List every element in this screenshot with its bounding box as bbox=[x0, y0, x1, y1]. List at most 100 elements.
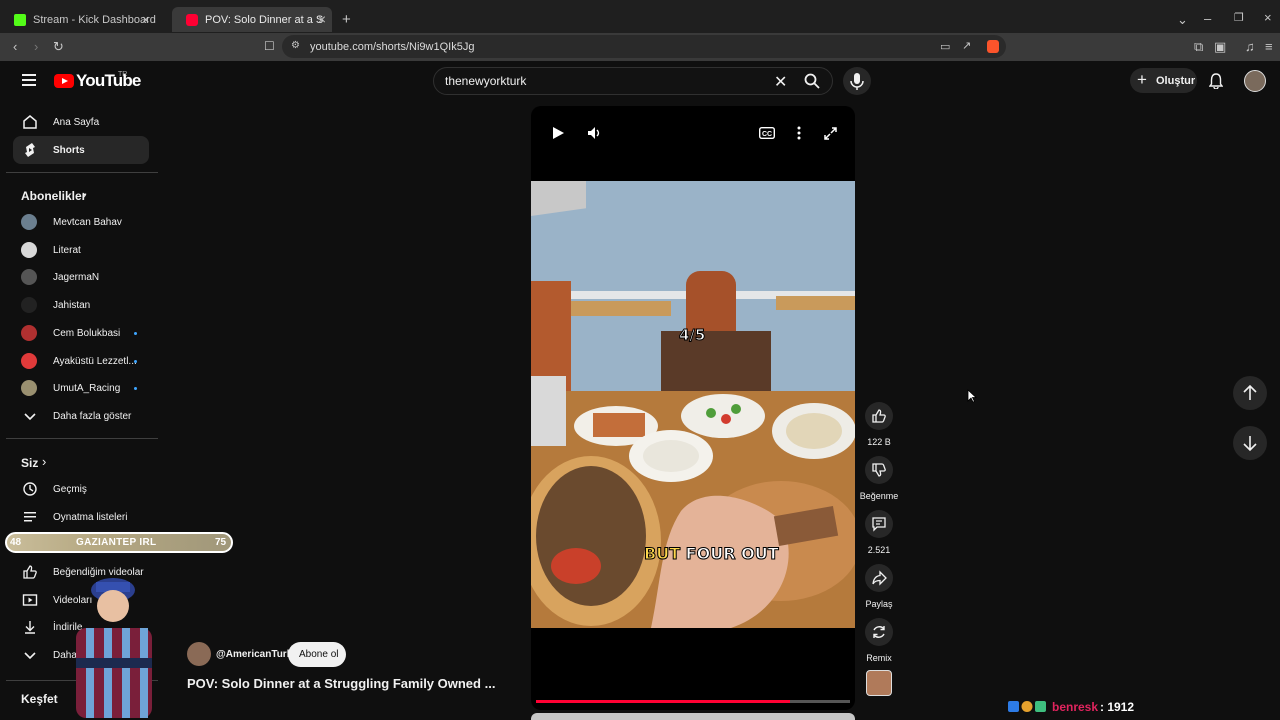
channel-avatar bbox=[21, 242, 37, 258]
share-page-icon[interactable]: ↗ bbox=[962, 39, 971, 52]
streamer-figure-image bbox=[66, 568, 161, 718]
kick-favicon-icon bbox=[14, 13, 26, 26]
channel-avatar bbox=[21, 269, 37, 285]
channel-avatar bbox=[21, 297, 37, 313]
url-text[interactable]: youtube.com/shorts/Ni9w1QIk5Jg bbox=[310, 41, 474, 53]
browser-tab-bar: Stream - Kick Dashboard POV: Solo Dinner… bbox=[0, 0, 1280, 36]
svg-text:CC: CC bbox=[762, 131, 772, 138]
subscription-label: Cem Bolukbasi bbox=[53, 328, 121, 339]
youtube-logo-icon[interactable] bbox=[54, 74, 74, 88]
subscription-label: Literat bbox=[53, 245, 81, 256]
search-input[interactable]: thenewyorkturk bbox=[445, 74, 526, 88]
hamburger-menu-icon[interactable] bbox=[22, 74, 36, 86]
more-options-icon[interactable] bbox=[797, 126, 801, 140]
video-progress-fill bbox=[536, 700, 791, 703]
dislike-button[interactable] bbox=[865, 456, 893, 484]
tab-title: Stream - Kick Dashboard bbox=[33, 13, 156, 26]
captions-icon[interactable]: CC bbox=[759, 127, 775, 139]
country-code: TR bbox=[118, 71, 128, 78]
download-icon bbox=[22, 619, 38, 635]
shorts-icon bbox=[22, 142, 38, 158]
like-button[interactable] bbox=[865, 402, 893, 430]
overlay-right-number: 75 bbox=[215, 537, 227, 548]
chevron-right-icon[interactable]: › bbox=[82, 187, 86, 202]
play-icon[interactable] bbox=[551, 126, 565, 140]
next-short-button[interactable] bbox=[1233, 426, 1267, 460]
thumbs-down-icon bbox=[872, 463, 886, 477]
new-tab-icon[interactable]: + bbox=[342, 11, 351, 28]
new-content-dot bbox=[134, 332, 137, 335]
stream-count: : 1912 bbox=[1100, 700, 1135, 714]
subscription-label: Ayaküstü Lezzetl... bbox=[53, 356, 137, 367]
subscriptions-header[interactable]: Abonelikler bbox=[21, 189, 86, 203]
like-count: 122 B bbox=[867, 437, 891, 447]
minimize-icon[interactable]: – bbox=[1204, 11, 1211, 26]
home-icon bbox=[22, 114, 38, 130]
subscription-label: Jahistan bbox=[53, 300, 91, 311]
close-tab-icon[interactable]: × bbox=[142, 12, 150, 27]
show-more-link[interactable]: Daha fazla göster bbox=[53, 411, 131, 422]
video-title[interactable]: POV: Solo Dinner at a Struggling Family … bbox=[187, 676, 495, 691]
restore-icon[interactable]: ❐ bbox=[1234, 11, 1244, 24]
sidebar-label-history[interactable]: Geçmiş bbox=[53, 484, 87, 495]
arrow-up-icon bbox=[1243, 384, 1257, 400]
youtube-favicon-icon bbox=[186, 13, 198, 26]
menu-icon[interactable]: ≡ bbox=[1265, 39, 1273, 54]
share-button[interactable] bbox=[865, 564, 893, 592]
media-icon[interactable]: ♫ bbox=[1245, 39, 1255, 54]
chevron-down-icon[interactable] bbox=[22, 647, 38, 663]
bookmark-icon[interactable]: ☐ bbox=[264, 39, 275, 53]
forward-icon[interactable]: › bbox=[34, 39, 38, 54]
clear-search-icon[interactable]: ✕ bbox=[774, 72, 787, 92]
history-icon bbox=[22, 481, 38, 497]
notifications-bell-icon[interactable] bbox=[1209, 73, 1223, 89]
like-icon bbox=[22, 564, 38, 580]
sidebar-toggle-icon[interactable]: ▣ bbox=[1214, 39, 1226, 55]
sidebar-divider bbox=[6, 438, 158, 439]
sidebar-divider bbox=[6, 172, 158, 173]
videos-icon bbox=[22, 592, 38, 608]
youtube-logo-text[interactable]: YouTube bbox=[76, 71, 141, 91]
next-short-preview[interactable] bbox=[531, 713, 855, 720]
chevron-down-icon[interactable] bbox=[22, 408, 38, 424]
address-bar bbox=[0, 33, 1280, 61]
close-tab-icon[interactable]: × bbox=[318, 11, 326, 27]
close-window-icon[interactable]: × bbox=[1264, 10, 1272, 25]
account-avatar[interactable] bbox=[1244, 70, 1266, 92]
comments-button[interactable] bbox=[865, 510, 893, 538]
back-icon[interactable]: ‹ bbox=[13, 39, 17, 54]
caption-highlight: BUT bbox=[643, 544, 681, 564]
comment-icon bbox=[872, 517, 886, 532]
extensions-icon[interactable]: ⧉ bbox=[1194, 39, 1203, 55]
cast-icon[interactable]: ▭ bbox=[940, 40, 950, 53]
stream-badges-icon bbox=[1008, 701, 1048, 713]
voice-search-button[interactable] bbox=[843, 67, 871, 95]
share-label: Paylaş bbox=[865, 599, 893, 609]
previous-short-button[interactable] bbox=[1233, 376, 1267, 410]
plus-icon: + bbox=[1137, 70, 1147, 89]
fullscreen-icon[interactable] bbox=[824, 127, 837, 140]
tab-youtube-short[interactable]: POV: Solo Dinner at a Struggling × bbox=[172, 7, 332, 32]
new-content-dot bbox=[134, 387, 137, 390]
sound-thumbnail[interactable] bbox=[866, 670, 892, 696]
overlay-left-number: 48 bbox=[10, 537, 22, 548]
channel-avatar[interactable] bbox=[187, 642, 211, 666]
create-label: Oluştur bbox=[1156, 75, 1196, 87]
chevron-right-icon[interactable]: › bbox=[42, 454, 46, 469]
rating-overlay-text: 4/5 bbox=[678, 326, 706, 345]
you-header[interactable]: Siz bbox=[21, 456, 38, 470]
caption-text: FOUR OUT bbox=[680, 544, 779, 564]
tab-title: POV: Solo Dinner at a Struggling bbox=[205, 13, 323, 26]
site-info-icon[interactable]: ⚙ bbox=[291, 40, 300, 51]
remix-button[interactable] bbox=[865, 618, 893, 646]
video-progress-bar[interactable] bbox=[536, 700, 850, 703]
sidebar-label-playlists[interactable]: Oynatma listeleri bbox=[53, 512, 127, 523]
search-icon[interactable] bbox=[804, 73, 820, 89]
tab-search-chevron-icon[interactable]: ⌄ bbox=[1177, 12, 1188, 28]
volume-icon[interactable] bbox=[587, 126, 601, 140]
subscription-label: UmutA_Racing bbox=[53, 383, 121, 394]
brave-shield-icon[interactable] bbox=[987, 40, 999, 53]
reload-icon[interactable]: ↻ bbox=[53, 39, 64, 55]
sidebar-label-shorts: Shorts bbox=[53, 145, 85, 156]
channel-handle[interactable]: @AmericanTurk bbox=[216, 649, 292, 660]
